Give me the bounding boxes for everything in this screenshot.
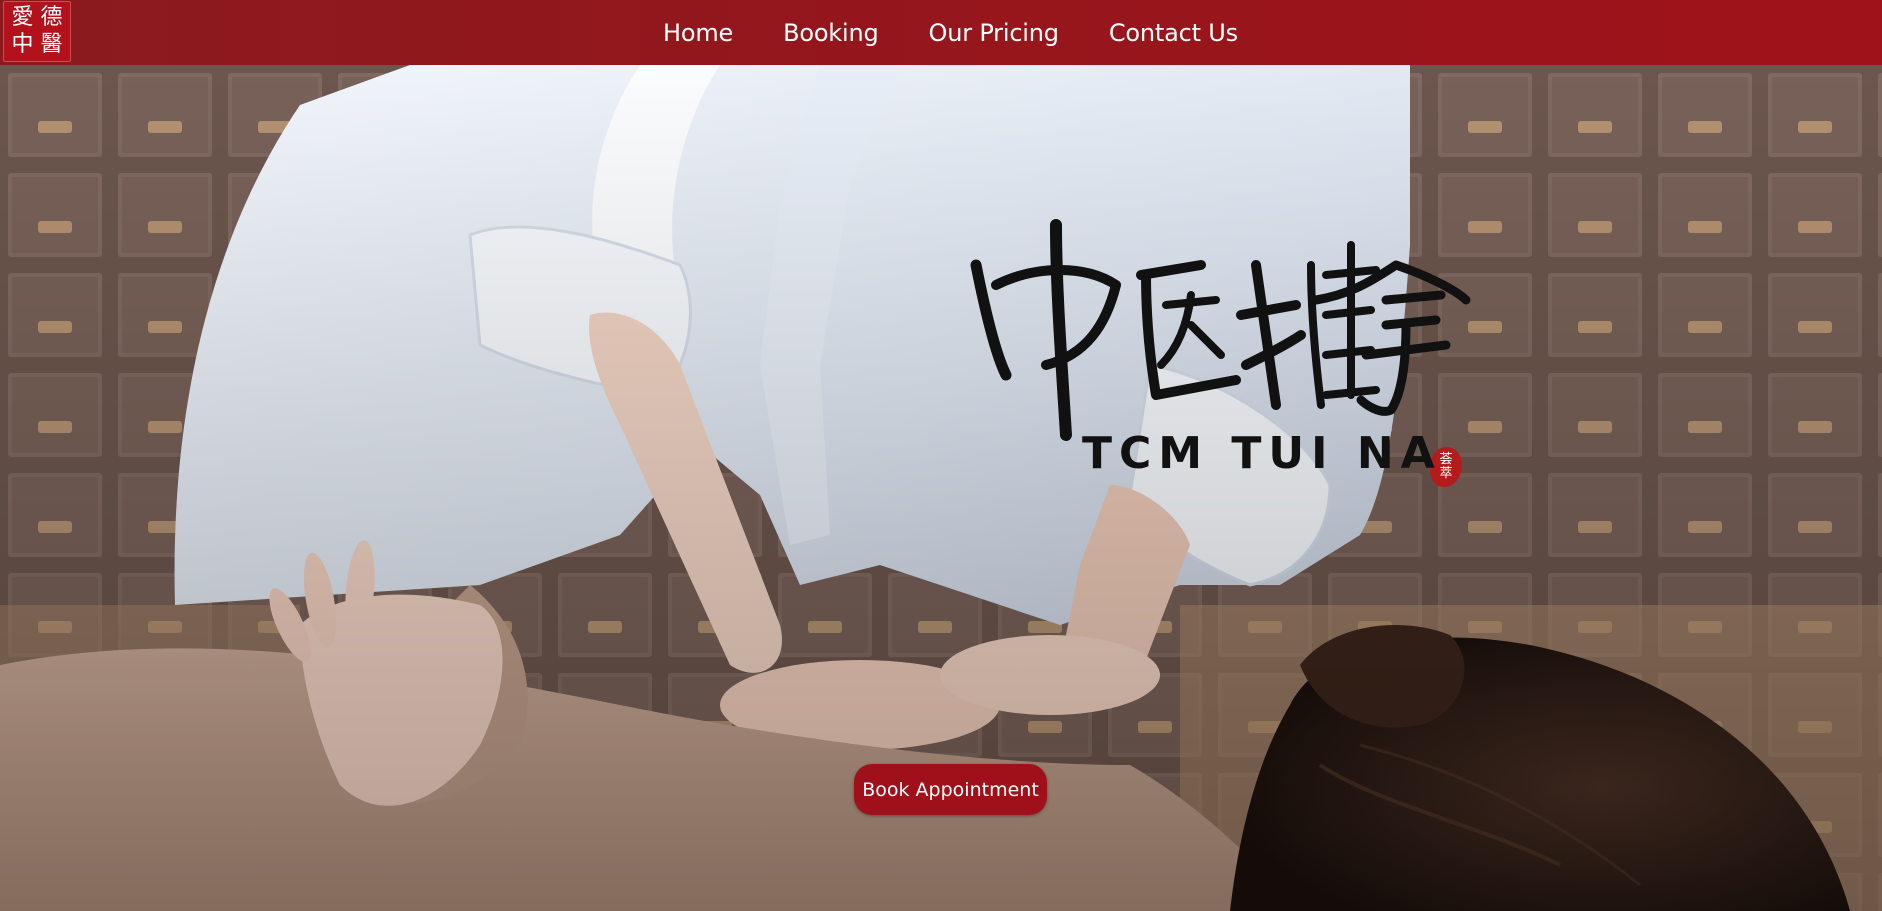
clinic-logo[interactable]: 愛 德 中 醫 bbox=[3, 1, 71, 62]
hero-title-english: TCM TUI NA bbox=[1082, 428, 1442, 479]
logo-char: 醫 bbox=[40, 31, 63, 57]
nav-booking-link[interactable]: Booking bbox=[783, 19, 879, 47]
logo-char: 德 bbox=[40, 5, 63, 31]
logo-char: 愛 bbox=[11, 5, 34, 31]
nav-contact-link[interactable]: Contact Us bbox=[1109, 19, 1238, 47]
top-navbar: 愛 德 中 醫 Home Booking Our Pricing Contact… bbox=[0, 0, 1882, 65]
nav-home-link[interactable]: Home bbox=[663, 19, 733, 47]
book-appointment-button[interactable]: Book Appointment bbox=[854, 764, 1047, 815]
nav-pricing-link[interactable]: Our Pricing bbox=[929, 19, 1059, 47]
logo-char: 中 bbox=[11, 31, 34, 57]
main-nav: Home Booking Our Pricing Contact Us bbox=[663, 0, 1238, 65]
